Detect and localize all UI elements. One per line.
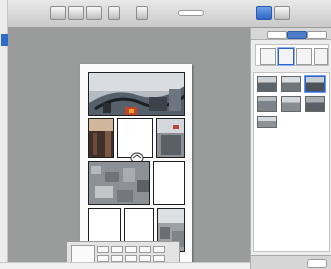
toolbar-button-2[interactable] [68,6,84,20]
toolbar-button-1[interactable] [50,6,66,20]
toolbar-field[interactable] [178,10,204,16]
thumbnail-2[interactable] [281,76,301,92]
source-button-4[interactable] [314,48,328,65]
photo-frame-aerial[interactable] [88,161,150,205]
thumbnail-4[interactable] [257,96,277,112]
panel-tab-3[interactable] [307,31,327,39]
thumbnail-7[interactable] [257,116,277,128]
panel-tab-1[interactable] [267,31,287,39]
palette-cell-9[interactable] [139,255,151,262]
palette-cell-6[interactable] [97,255,109,262]
panel-tab-2[interactable] [287,31,307,39]
thumbnail-3[interactable] [305,76,325,92]
toolbar-button-5[interactable] [136,6,148,20]
toolbar-button-6[interactable] [274,6,290,20]
empty-frame-2[interactable] [153,161,185,205]
photo-thumbnail-list[interactable] [253,72,330,252]
thumbnail-6[interactable] [305,96,325,112]
panel-footer [251,255,331,269]
media-browser-panel [250,28,331,269]
palette-cell-3[interactable] [125,246,137,253]
document-icon[interactable] [1,34,8,46]
palette-cell-1[interactable] [97,246,109,253]
photo-frame-street[interactable] [88,118,114,158]
palette-cell-4[interactable] [139,246,151,253]
source-button-1[interactable] [260,48,276,65]
canvas-workspace[interactable] [8,28,250,264]
footer-button[interactable] [307,259,327,268]
source-button-2[interactable] [278,48,294,65]
building-image [157,119,184,157]
status-bar [0,262,250,269]
toolbar-button-3[interactable] [86,6,102,20]
palette-cell-2[interactable] [111,246,123,253]
toolbar [8,0,331,28]
photo-frame-building[interactable] [156,118,185,158]
palette-cell-10[interactable] [153,255,165,262]
document-page[interactable] [80,64,192,264]
palette-preview[interactable] [71,245,95,263]
palette-cell-5[interactable] [153,246,165,253]
palette-cell-8[interactable] [125,255,137,262]
toolbar-button-4[interactable] [108,6,120,20]
cityscape-image [89,73,184,115]
panel-header [251,28,331,40]
thumbnail-1[interactable] [257,76,277,92]
street-image [89,119,113,157]
photo-frame-cityscape[interactable] [88,72,185,116]
thumbnail-5[interactable] [281,96,301,112]
palette-cell-7[interactable] [111,255,123,262]
source-button-3[interactable] [296,48,312,65]
source-selector [255,44,329,66]
media-button[interactable] [256,6,272,20]
aerial-city-image [89,162,149,204]
